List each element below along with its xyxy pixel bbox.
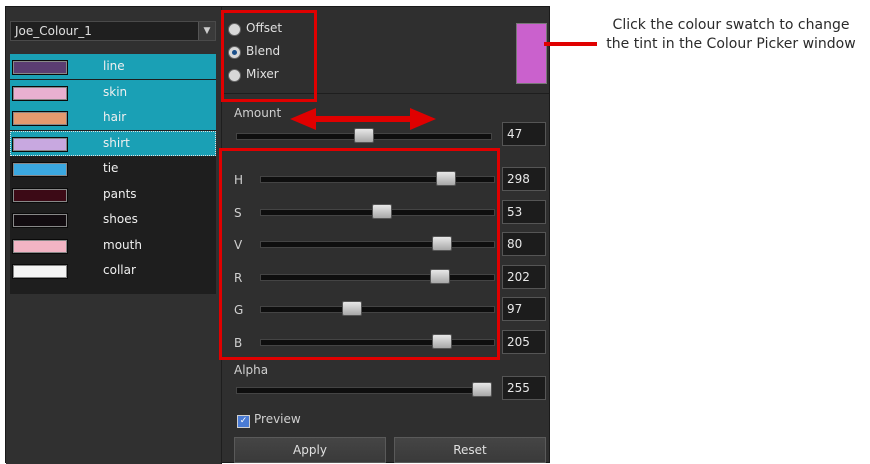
colour-row-skin[interactable]: skin <box>10 79 216 105</box>
palette-name: Joe_Colour_1 <box>15 24 92 38</box>
amount-slider-thumb[interactable] <box>354 128 374 143</box>
value-field-h[interactable]: 298 <box>502 167 546 191</box>
value-field-s[interactable]: 53 <box>502 199 546 224</box>
colour-row-mouth[interactable]: mouth <box>10 233 216 258</box>
colour-swatch <box>12 238 68 254</box>
alpha-slider-thumb[interactable] <box>472 382 492 397</box>
alpha-label: Alpha <box>234 363 269 377</box>
value-field-v[interactable]: 80 <box>502 232 546 256</box>
palette-column: Joe_Colour_1 ▼ line skin hair shirt tie pants… <box>6 7 222 464</box>
amount-label: Amount <box>234 106 282 120</box>
mode-highlight-box <box>221 10 317 102</box>
value-field-r[interactable]: 202 <box>502 264 546 289</box>
colour-label: skin <box>103 84 128 99</box>
colour-row-collar[interactable]: collar <box>10 258 216 283</box>
colour-label: pants <box>103 186 137 201</box>
colour-row-pants[interactable]: pants <box>10 182 216 207</box>
colour-row-hair[interactable]: hair <box>10 105 216 130</box>
colour-row-tie[interactable]: tie <box>10 156 216 181</box>
sliders-highlight-box <box>219 148 500 360</box>
colour-label: mouth <box>103 237 142 252</box>
colour-swatch <box>12 162 68 177</box>
callout-pointer-line <box>544 42 597 46</box>
colour-row-shoes[interactable]: shoes <box>10 207 216 232</box>
tint-colour-swatch[interactable] <box>516 23 547 84</box>
colour-label: tie <box>103 161 119 175</box>
palette-dropdown[interactable]: Joe_Colour_1 ▼ <box>10 21 216 41</box>
colour-list: line skin hair shirt tie pants shoes mouth colla… <box>10 54 216 294</box>
colour-row-shirt[interactable]: shirt <box>10 130 216 156</box>
alpha-value-field[interactable]: 255 <box>502 376 546 400</box>
colour-label: hair <box>103 110 127 124</box>
callout-text: Click the colour swatch to change the ti… <box>606 17 856 52</box>
colour-swatch <box>12 136 68 152</box>
colour-label: shoes <box>103 212 138 226</box>
preview-checkbox[interactable]: ✓ <box>237 415 250 428</box>
apply-button[interactable]: Apply <box>234 437 386 463</box>
colour-label: line <box>103 59 125 73</box>
colour-swatch <box>12 111 68 126</box>
colour-swatch <box>12 213 68 228</box>
colour-swatch <box>12 187 68 203</box>
colour-label: shirt <box>103 135 130 150</box>
colour-row-line[interactable]: line <box>10 54 216 79</box>
double-arrow-icon <box>290 108 436 130</box>
amount-value-field[interactable]: 47 <box>502 122 546 146</box>
alpha-slider-track[interactable] <box>236 387 492 394</box>
chevron-down-icon[interactable]: ▼ <box>198 22 215 40</box>
value-field-b[interactable]: 205 <box>502 329 546 354</box>
colour-swatch <box>12 264 68 279</box>
colour-swatch <box>12 60 68 75</box>
value-field-g[interactable]: 97 <box>502 297 546 321</box>
colour-swatch <box>12 85 68 101</box>
reset-button[interactable]: Reset <box>394 437 546 463</box>
colour-label: collar <box>103 263 136 277</box>
preview-label: Preview <box>254 412 301 426</box>
